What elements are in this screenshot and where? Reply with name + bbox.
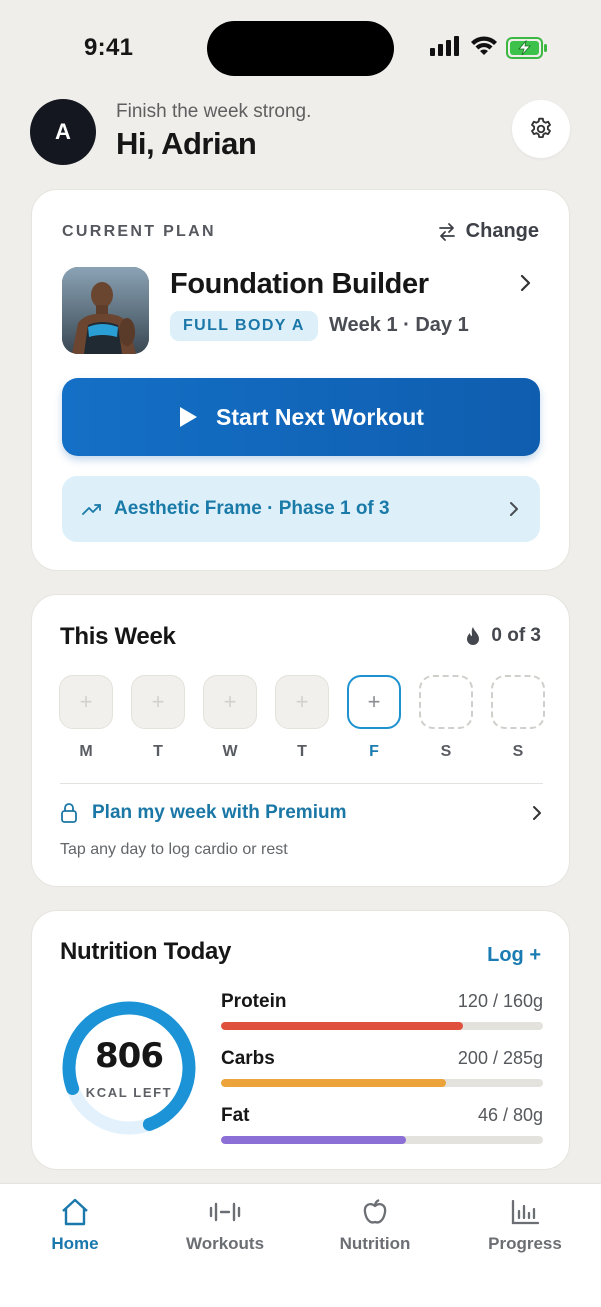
lock-icon (61, 803, 77, 823)
workout-badge: FULL BODY A (170, 311, 318, 341)
tab-label: Home (51, 1234, 99, 1253)
day-sunday[interactable]: S (491, 675, 545, 761)
play-icon (180, 407, 198, 427)
settings-button[interactable] (512, 100, 570, 158)
day-add-button[interactable]: + (275, 675, 329, 729)
status-time: 9:41 (84, 34, 134, 61)
macro-bar (221, 1136, 543, 1144)
macro-value: 46 / 80g (477, 1105, 543, 1125)
macro-name: Fat (221, 1105, 250, 1126)
macro-value: 120 / 160g (457, 991, 543, 1011)
greeting-subtitle: Finish the week strong. (116, 101, 312, 122)
day-label: W (222, 743, 238, 760)
phase-label: Aesthetic Frame · Phase 1 of 3 (114, 498, 390, 519)
avatar[interactable]: A (30, 99, 96, 165)
kcal-left-value: 806 (95, 1036, 164, 1076)
day-label: T (297, 743, 307, 760)
day-label: S (512, 743, 524, 760)
home-icon (62, 1198, 88, 1226)
change-plan-button[interactable]: Change (437, 220, 539, 243)
day-tuesday[interactable]: + T (131, 675, 185, 761)
macro-bar-fill (221, 1079, 447, 1087)
start-workout-label: Start Next Workout (216, 403, 424, 430)
macro-name: Carbs (221, 1048, 275, 1069)
day-wednesday[interactable]: + W (203, 675, 257, 761)
battery-icon (506, 37, 547, 59)
plan-name[interactable]: Foundation Builder (170, 268, 429, 301)
macro-carbs: Carbs 200 / 285g (221, 1048, 543, 1105)
day-add-button[interactable]: + (59, 675, 113, 729)
streak-counter: 0 of 3 (465, 625, 541, 647)
this-week-card: This Week 0 of 3 + M + T + W + T + F S S… (31, 594, 570, 887)
macro-list: Protein 120 / 160g Carbs 200 / 285g Fat … (221, 991, 543, 1162)
premium-label: Plan my week with Premium (92, 802, 347, 823)
plan-week-day: Week 1 · Day 1 (329, 314, 469, 336)
chevron-right-icon (510, 502, 518, 516)
macro-bar-fill (221, 1022, 463, 1030)
apple-icon (363, 1198, 387, 1224)
day-slot-future[interactable] (419, 675, 473, 729)
tab-workouts[interactable]: Workouts (165, 1198, 285, 1254)
dynamic-island (207, 21, 394, 76)
premium-plan-row[interactable]: Plan my week with Premium (60, 802, 543, 824)
divider (60, 783, 543, 784)
trending-up-icon (82, 504, 101, 515)
tab-label: Nutrition (339, 1234, 411, 1253)
tab-label: Progress (488, 1234, 562, 1253)
current-plan-card: CURRENT PLAN Change Foundation Builder F… (31, 189, 570, 571)
chevron-right-icon (533, 806, 541, 820)
day-label: M (79, 743, 93, 760)
week-title: This Week (60, 623, 176, 650)
tab-home[interactable]: Home (15, 1198, 135, 1254)
phase-row[interactable]: Aesthetic Frame · Phase 1 of 3 (62, 476, 540, 542)
start-workout-button[interactable]: Start Next Workout (62, 378, 540, 456)
bar-chart-icon (511, 1199, 540, 1225)
macro-bar-fill (221, 1136, 407, 1144)
status-icons (430, 36, 498, 56)
flame-icon (467, 627, 480, 645)
day-add-button-today[interactable]: + (347, 675, 401, 729)
day-thursday[interactable]: + T (275, 675, 329, 761)
day-add-button[interactable]: + (203, 675, 257, 729)
gear-icon (531, 117, 551, 139)
change-label: Change (465, 220, 539, 242)
macro-bar (221, 1079, 543, 1087)
tab-label: Workouts (185, 1234, 265, 1253)
macro-fat: Fat 46 / 80g (221, 1105, 543, 1162)
nutrition-card: Nutrition Today Log + 806 KCAL LEFT Prot… (31, 910, 570, 1170)
dumbbell-icon (209, 1202, 241, 1222)
tab-bar: Home Workouts Nutrition Progress (0, 1183, 601, 1307)
macro-bar (221, 1022, 543, 1030)
day-monday[interactable]: + M (59, 675, 113, 761)
plan-thumbnail[interactable] (62, 267, 149, 354)
tab-nutrition[interactable]: Nutrition (315, 1198, 435, 1254)
macro-value: 200 / 285g (457, 1048, 543, 1068)
wifi-icon (471, 36, 497, 55)
signal-icon (430, 36, 459, 56)
tab-progress[interactable]: Progress (465, 1198, 585, 1254)
day-saturday[interactable]: S (419, 675, 473, 761)
macro-protein: Protein 120 / 160g (221, 991, 543, 1048)
day-slot-future[interactable] (491, 675, 545, 729)
day-label: F (369, 743, 379, 760)
plan-section-label: CURRENT PLAN (62, 223, 216, 240)
streak-text: 0 of 3 (491, 625, 541, 646)
day-friday[interactable]: + F (347, 675, 401, 761)
log-food-button[interactable]: Log + (487, 944, 541, 967)
day-add-button[interactable]: + (131, 675, 185, 729)
day-label: S (440, 743, 452, 760)
nutrition-title: Nutrition Today (60, 938, 232, 965)
day-label: T (153, 743, 163, 760)
macro-name: Protein (221, 991, 287, 1012)
status-bar: 9:41 (0, 0, 601, 90)
week-days: + M + T + W + T + F S S (59, 675, 545, 761)
kcal-left-label: KCAL LEFT (85, 1085, 173, 1100)
chevron-right-icon[interactable] (519, 273, 533, 293)
greeting-title: Hi, Adrian (116, 126, 257, 161)
swap-icon (438, 222, 455, 241)
week-hint: Tap any day to log cardio or rest (60, 841, 288, 858)
